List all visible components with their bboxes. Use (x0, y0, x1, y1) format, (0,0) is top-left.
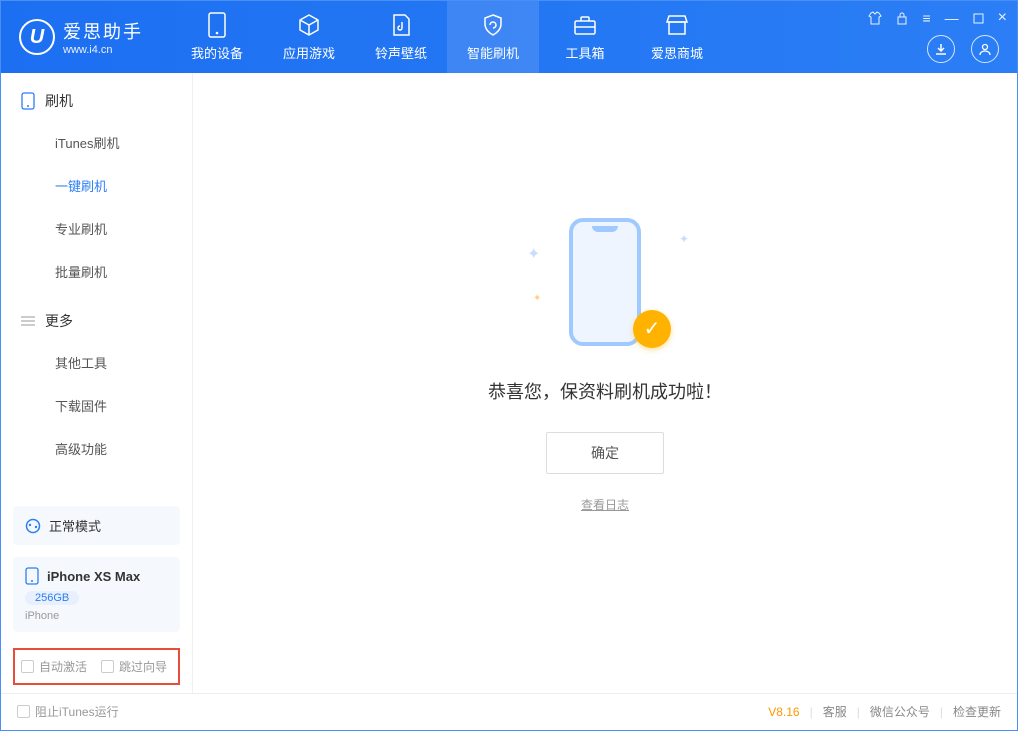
download-button[interactable] (927, 35, 955, 63)
user-button[interactable] (971, 35, 999, 63)
device-card[interactable]: iPhone XS Max 256GB iPhone (13, 557, 180, 632)
mode-icon (25, 518, 41, 534)
sparkle-icon: ✦ (679, 232, 689, 246)
phone-illustration-icon (569, 218, 641, 346)
sidebar-section-more: 更多 (1, 293, 192, 341)
maximize-icon[interactable] (973, 13, 984, 24)
sparkle-icon: ✦ (533, 293, 541, 304)
nav-smart-flash[interactable]: 智能刷机 (447, 1, 539, 73)
checkbox-block-itunes[interactable]: 阻止iTunes运行 (17, 703, 119, 720)
device-icon (205, 13, 229, 37)
nav-my-device[interactable]: 我的设备 (171, 1, 263, 73)
footer-link-support[interactable]: 客服 (823, 703, 847, 720)
cube-icon (297, 13, 321, 37)
sidebar-item-download-firmware[interactable]: 下载固件 (1, 384, 192, 427)
version-label: V8.16 (768, 705, 799, 719)
sidebar-item-advanced[interactable]: 高级功能 (1, 427, 192, 470)
footer: 阻止iTunes运行 V8.16 | 客服 | 微信公众号 | 检查更新 (1, 693, 1017, 729)
device-capacity-badge: 256GB (25, 591, 79, 605)
titlebar-controls: ≡ — × (868, 9, 1007, 27)
mode-label: 正常模式 (49, 516, 101, 535)
device-name: iPhone XS Max (47, 569, 140, 584)
sidebar-item-pro-flash[interactable]: 专业刷机 (1, 207, 192, 250)
menu-icon[interactable]: ≡ (922, 10, 930, 26)
shirt-icon[interactable] (868, 11, 882, 25)
success-message: 恭喜您，保资料刷机成功啦！ (488, 378, 722, 404)
footer-link-check-update[interactable]: 检查更新 (953, 703, 1001, 720)
logo-area: U 爱思助手 www.i4.cn (1, 18, 161, 56)
close-icon[interactable]: × (998, 9, 1007, 27)
device-phone-icon (25, 567, 39, 585)
toolbox-icon (573, 13, 597, 37)
main-content: ✦ ✦ ✦ ✓ 恭喜您，保资料刷机成功啦！ 确定 查看日志 (193, 73, 1017, 693)
ok-button[interactable]: 确定 (546, 432, 664, 474)
brand-subtitle: www.i4.cn (63, 44, 143, 56)
minimize-icon[interactable]: — (945, 10, 959, 26)
sidebar-section-flash: 刷机 (1, 73, 192, 121)
sidebar-item-one-click-flash[interactable]: 一键刷机 (1, 164, 192, 207)
sidebar-item-batch-flash[interactable]: 批量刷机 (1, 250, 192, 293)
sidebar: 刷机 iTunes刷机 一键刷机 专业刷机 批量刷机 更多 其他工具 下载固件 … (1, 73, 193, 693)
nav-apps-games[interactable]: 应用游戏 (263, 1, 355, 73)
view-log-link[interactable]: 查看日志 (581, 496, 629, 513)
shield-refresh-icon (481, 13, 505, 37)
nav-i4-store[interactable]: 爱思商城 (631, 1, 723, 73)
nav-toolbox[interactable]: 工具箱 (539, 1, 631, 73)
footer-link-wechat[interactable]: 微信公众号 (870, 703, 930, 720)
brand-title: 爱思助手 (63, 18, 143, 44)
list-icon (21, 315, 35, 327)
store-icon (665, 13, 689, 37)
main-nav: 我的设备 应用游戏 铃声壁纸 智能刷机 工具箱 爱思商城 (171, 1, 723, 73)
checkbox-skip-guide[interactable]: 跳过向导 (101, 658, 167, 675)
sidebar-item-itunes-flash[interactable]: iTunes刷机 (1, 121, 192, 164)
header: U 爱思助手 www.i4.cn 我的设备 应用游戏 铃声壁纸 智能刷机 工具箱 (1, 1, 1017, 73)
phone-icon (21, 92, 35, 110)
music-file-icon (389, 13, 413, 37)
check-badge-icon: ✓ (633, 310, 671, 348)
nav-ringtones-wallpapers[interactable]: 铃声壁纸 (355, 1, 447, 73)
success-illustration: ✦ ✦ ✦ ✓ (545, 214, 665, 354)
checkbox-auto-activate[interactable]: 自动激活 (21, 658, 87, 675)
lock-icon[interactable] (896, 11, 908, 25)
logo-icon: U (19, 19, 55, 55)
mode-card[interactable]: 正常模式 (13, 506, 180, 545)
device-type: iPhone (25, 610, 168, 622)
sidebar-item-other-tools[interactable]: 其他工具 (1, 341, 192, 384)
options-highlighted-row: 自动激活 跳过向导 (13, 648, 180, 685)
sparkle-icon: ✦ (527, 244, 540, 264)
